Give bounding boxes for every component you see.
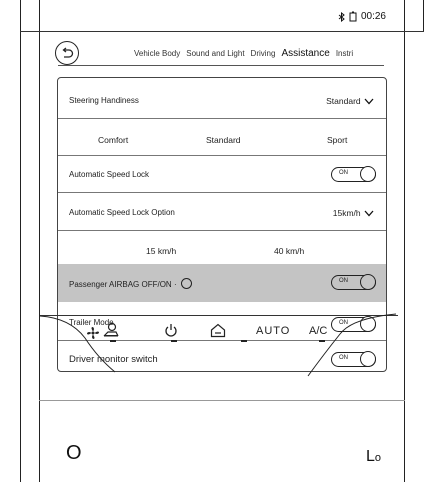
toggle-on-text: ON (339, 278, 348, 284)
right-temperature-suffix: o (374, 452, 382, 464)
airbag-label: Passenger AIRBAG OFF/ON · (69, 278, 192, 289)
indicator-dash (110, 340, 116, 342)
indicator-dash (319, 340, 325, 342)
toggle-on-text: ON (339, 170, 348, 176)
frame-top-line (20, 31, 424, 32)
auto-speed-lock-label: Automatic Speed Lock (69, 170, 150, 179)
tab-sound-and-light[interactable]: Sound and Light (186, 49, 244, 58)
steering-option-comfort[interactable]: Comfort (98, 135, 128, 145)
climate-control-bar: AUTO A/C (60, 318, 360, 348)
info-circle-icon[interactable] (180, 278, 192, 289)
back-icon (62, 47, 74, 58)
tab-instri[interactable]: Instri (336, 49, 353, 58)
steering-option-sport[interactable]: Sport (327, 135, 347, 145)
divider (58, 118, 386, 119)
airbag-label-suffix: · (173, 280, 177, 289)
steering-option-standard[interactable]: Standard (206, 135, 241, 145)
clock-time: 00:26 (360, 11, 386, 22)
indicator-dash (241, 340, 247, 342)
steering-handiness-dropdown[interactable]: Standard (326, 96, 374, 106)
left-temperature-readout: O (66, 442, 82, 464)
speed-option-15[interactable]: 15 km/h (146, 246, 176, 256)
steering-handiness-label: Steering Handiness (69, 96, 139, 105)
auto-speed-lock-option-label: Automatic Speed Lock Option (69, 208, 175, 217)
right-temperature-value: L (366, 448, 375, 465)
auto-speed-lock-option-dropdown[interactable]: 15km/h (333, 208, 374, 218)
auto-speed-lock-toggle[interactable]: ON (331, 166, 376, 182)
status-bar: 00:26 (338, 11, 386, 22)
frame-inner-left-line (39, 0, 40, 482)
indicator-dash (171, 340, 177, 342)
fan-icon[interactable] (86, 326, 100, 343)
airbag-row: Passenger AIRBAG OFF/ON · ON (58, 274, 386, 290)
frame-right-line (423, 0, 424, 31)
auto-button[interactable]: AUTO (256, 325, 290, 337)
bluetooth-icon (338, 11, 345, 22)
auto-speed-lock-option-value: 15km/h (332, 208, 361, 218)
chevron-down-icon (364, 210, 374, 217)
frame-inner-right-line (404, 0, 405, 482)
airbag-label-text: Passenger AIRBAG OFF/ON (69, 280, 172, 289)
chevron-down-icon (364, 98, 374, 105)
auto-speed-lock-row: Automatic Speed Lock ON (58, 166, 386, 182)
seat-heat-icon[interactable] (102, 322, 120, 341)
recirculation-icon[interactable] (210, 323, 226, 341)
tab-underline (58, 65, 384, 66)
tab-assistance[interactable]: Assistance (281, 48, 329, 59)
tab-vehicle-body[interactable]: Vehicle Body (134, 49, 180, 58)
phone-icon (349, 11, 357, 22)
speed-option-40[interactable]: 40 km/h (274, 246, 304, 256)
toggle-knob (360, 166, 376, 182)
frame-mid-line (39, 400, 405, 401)
power-icon[interactable] (164, 323, 178, 341)
divider (58, 155, 386, 156)
tab-bar: Vehicle Body Sound and Light Driving Ass… (134, 48, 353, 59)
divider (58, 230, 386, 231)
steering-handiness-value: Standard (326, 96, 361, 106)
airbag-toggle[interactable]: ON (331, 274, 376, 290)
tab-driving[interactable]: Driving (251, 49, 276, 58)
ac-button[interactable]: A/C (309, 325, 327, 337)
back-button[interactable] (55, 41, 79, 65)
right-temperature-readout: Lo (366, 448, 381, 466)
frame-left-line (20, 0, 21, 482)
toggle-knob (360, 274, 376, 290)
divider (58, 192, 386, 193)
